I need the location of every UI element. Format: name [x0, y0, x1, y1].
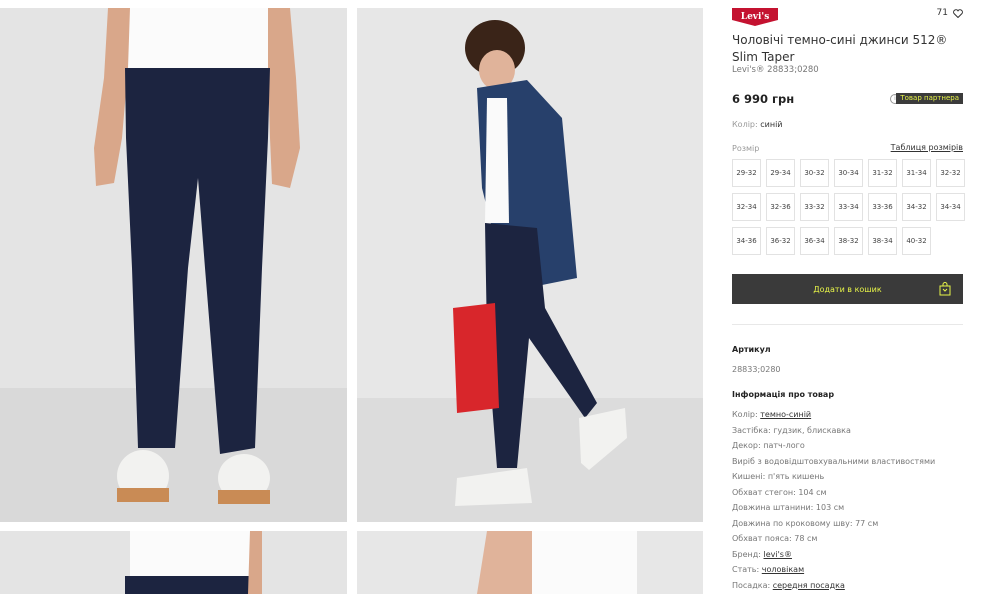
size-table-link[interactable]: Таблиця розмірів	[891, 143, 963, 152]
attribute-row: Декор: патч-лого	[732, 441, 963, 457]
product-title: Чоловічі темно-сині джинси 512® Slim Tap…	[732, 32, 963, 66]
size-option[interactable]: 40-32	[902, 227, 931, 255]
product-photo-front[interactable]	[0, 8, 347, 522]
shopping-bag-icon	[939, 282, 951, 296]
size-selector: 29-3229-3430-3230-3431-3231-3432-32 32-34…	[732, 159, 965, 255]
add-to-cart-label: Додати в кошик	[813, 285, 881, 294]
size-option[interactable]: 38-32	[834, 227, 863, 255]
attribute-label: Довжина штанини: 103 см	[732, 503, 844, 512]
attribute-label: Довжина по кроковому шву: 77 см	[732, 519, 878, 528]
product-photo-detail-1[interactable]	[0, 531, 347, 594]
attribute-label: Стать:	[732, 565, 759, 574]
partner-badge: Товар партнера	[896, 93, 963, 104]
size-option[interactable]: 32-36	[766, 193, 795, 221]
brand-logo[interactable]: Levi's	[732, 8, 778, 26]
add-to-cart-button[interactable]: Додати в кошик	[732, 274, 963, 304]
wishlist[interactable]: 71	[937, 8, 963, 18]
size-option[interactable]: 34-32	[902, 193, 931, 221]
size-option[interactable]: 33-32	[800, 193, 829, 221]
attribute-row: Обхват стегон: 104 см	[732, 488, 963, 504]
divider	[732, 324, 963, 325]
attribute-row: Застібка: гудзик, блискавка	[732, 426, 963, 442]
attribute-label: Декор: патч-лого	[732, 441, 805, 450]
size-option[interactable]: 36-34	[800, 227, 829, 255]
color-info: Колір: синій	[732, 120, 782, 129]
size-option[interactable]: 30-34	[834, 159, 863, 187]
size-option[interactable]: 33-34	[834, 193, 863, 221]
info-heading: Інформація про товар	[732, 390, 834, 399]
size-option[interactable]: 36-32	[766, 227, 795, 255]
attribute-value-link[interactable]: чоловікам	[762, 565, 804, 574]
size-option[interactable]: 32-32	[936, 159, 965, 187]
attribute-label: Виріб з водовідштовхувальними властивост…	[732, 457, 935, 466]
product-photo-detail-2[interactable]	[357, 531, 703, 594]
attribute-row: Стать: чоловікам	[732, 565, 963, 581]
attribute-value-link[interactable]: середня посадка	[773, 581, 845, 590]
article-heading: Артикул	[732, 345, 771, 354]
article-value: 28833;0280	[732, 365, 781, 374]
attribute-row: Кишені: п'ять кишень	[732, 472, 963, 488]
svg-text:Levi's: Levi's	[741, 12, 770, 22]
attribute-label: Колір:	[732, 410, 758, 419]
attribute-row: Колір: темно-синій	[732, 410, 963, 426]
attribute-label: Застібка: гудзик, блискавка	[732, 426, 851, 435]
color-value: синій	[760, 120, 782, 129]
likes-count: 71	[937, 8, 948, 18]
attribute-label: Обхват стегон: 104 см	[732, 488, 827, 497]
attribute-row: Обхват пояса: 78 см	[732, 534, 963, 550]
attribute-value-link[interactable]: levi's®	[764, 550, 792, 559]
size-option[interactable]: 30-32	[800, 159, 829, 187]
size-option[interactable]: 32-34	[732, 193, 761, 221]
product-price: 6 990 грн	[732, 92, 794, 106]
color-label: Колір:	[732, 120, 758, 129]
size-option[interactable]: 31-34	[902, 159, 931, 187]
attribute-label: Кишені: п'ять кишень	[732, 472, 824, 481]
size-option[interactable]: 38-34	[868, 227, 897, 255]
attribute-row: Довжина по кроковому шву: 77 см	[732, 519, 963, 535]
attribute-row: Виріб з водовідштовхувальними властивост…	[732, 457, 963, 473]
size-option[interactable]: 34-36	[732, 227, 761, 255]
attribute-label: Бренд:	[732, 550, 761, 559]
size-option[interactable]: 33-36	[868, 193, 897, 221]
size-option[interactable]: 29-34	[766, 159, 795, 187]
heart-icon[interactable]	[953, 9, 963, 18]
attribute-value-link[interactable]: темно-синій	[760, 410, 811, 419]
attribute-row: Довжина штанини: 103 см	[732, 503, 963, 519]
product-photo-side[interactable]	[357, 8, 703, 522]
size-option[interactable]: 31-32	[868, 159, 897, 187]
attribute-row: Бренд: levi's®	[732, 550, 963, 566]
size-option[interactable]: 34-34	[936, 193, 965, 221]
size-option[interactable]: 29-32	[732, 159, 761, 187]
attribute-list: Колір: темно-синійЗастібка: гудзик, блис…	[732, 410, 963, 596]
attribute-label: Посадка:	[732, 581, 770, 590]
product-brand-code: Levi's® 28833;0280	[732, 65, 819, 75]
size-label: Розмір	[732, 144, 759, 153]
attribute-label: Обхват пояса: 78 см	[732, 534, 817, 543]
